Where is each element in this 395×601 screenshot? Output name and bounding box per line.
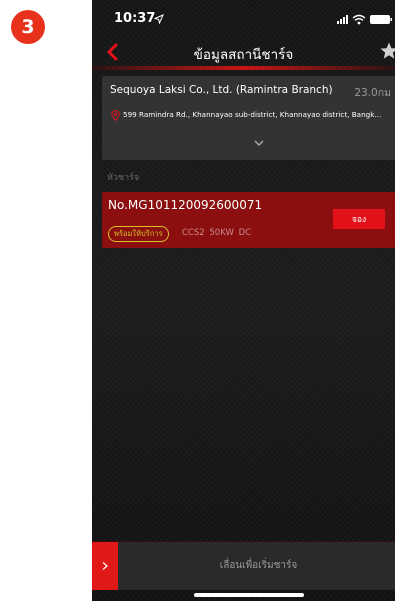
nav-divider: [92, 66, 395, 70]
slide-label: เลื่อนเพื่อเริ่มชาร์จ: [219, 560, 298, 571]
status-time: 10:37: [114, 11, 156, 26]
location-pin-icon: [111, 110, 120, 121]
chevron-right-icon: [102, 562, 108, 570]
section-label-chargers: หัวชาร์จ: [107, 173, 140, 183]
status-icons: [337, 14, 392, 25]
slide-handle[interactable]: [92, 542, 118, 590]
charger-spec: CCS2 50KW DC: [182, 228, 252, 238]
step-number-badge: 3: [11, 10, 45, 44]
chevron-down-icon[interactable]: [253, 139, 265, 147]
station-info-card: Sequoya Laksi Co., Ltd. (Ramintra Branch…: [102, 76, 395, 160]
charger-card[interactable]: No.MG101120092600071 พร้อมให้บริการ CCS2…: [102, 192, 395, 248]
battery-icon: [370, 15, 392, 24]
back-arrow-icon[interactable]: [104, 42, 122, 62]
slide-to-charge-bar[interactable]: เลื่อนเพื่อเริ่มชาร์จ: [92, 541, 395, 590]
station-address: 599 Ramindra Rd., Khannayao sub-district…: [123, 110, 382, 119]
home-indicator: [194, 593, 304, 597]
phone-screen: 10:37 ข้อมูลสถานีชาร์จ Sequoya Laksi Co.…: [92, 0, 395, 601]
signal-icon: [337, 15, 348, 24]
page-title: ข้อมูลสถานีชาร์จ: [193, 47, 294, 63]
status-bar: 10:37: [92, 0, 395, 34]
star-icon[interactable]: [379, 41, 395, 61]
nav-bar: ข้อมูลสถานีชาร์จ: [92, 34, 395, 70]
book-button[interactable]: จอง: [333, 209, 385, 229]
status-badge: พร้อมให้บริการ: [108, 226, 169, 242]
charger-id: No.MG101120092600071: [108, 198, 263, 212]
station-name: Sequoya Laksi Co., Ltd. (Ramintra Branch…: [110, 84, 333, 96]
wifi-icon: [352, 14, 366, 25]
station-distance: 23.0กม: [354, 87, 391, 99]
location-arrow-icon: [154, 14, 164, 24]
